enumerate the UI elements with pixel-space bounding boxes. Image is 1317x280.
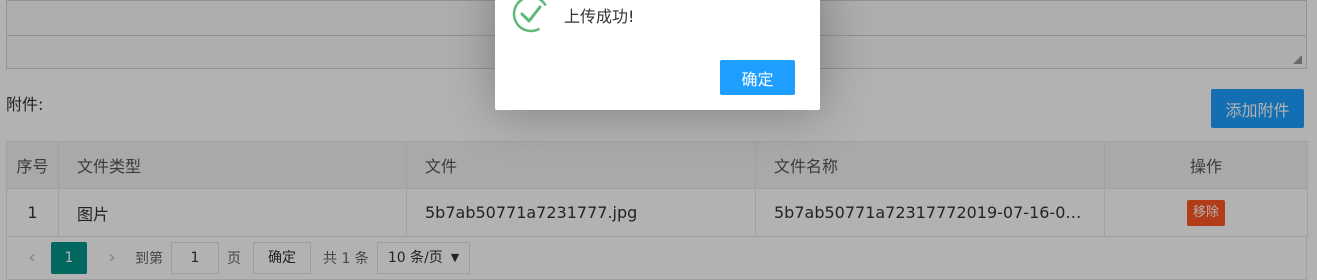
dialog-ok-button[interactable]: 确定 — [720, 60, 795, 95]
success-check-icon — [512, 0, 550, 33]
upload-success-dialog: 上传成功! 确定 — [495, 0, 820, 110]
dialog-message: 上传成功! — [564, 7, 635, 26]
